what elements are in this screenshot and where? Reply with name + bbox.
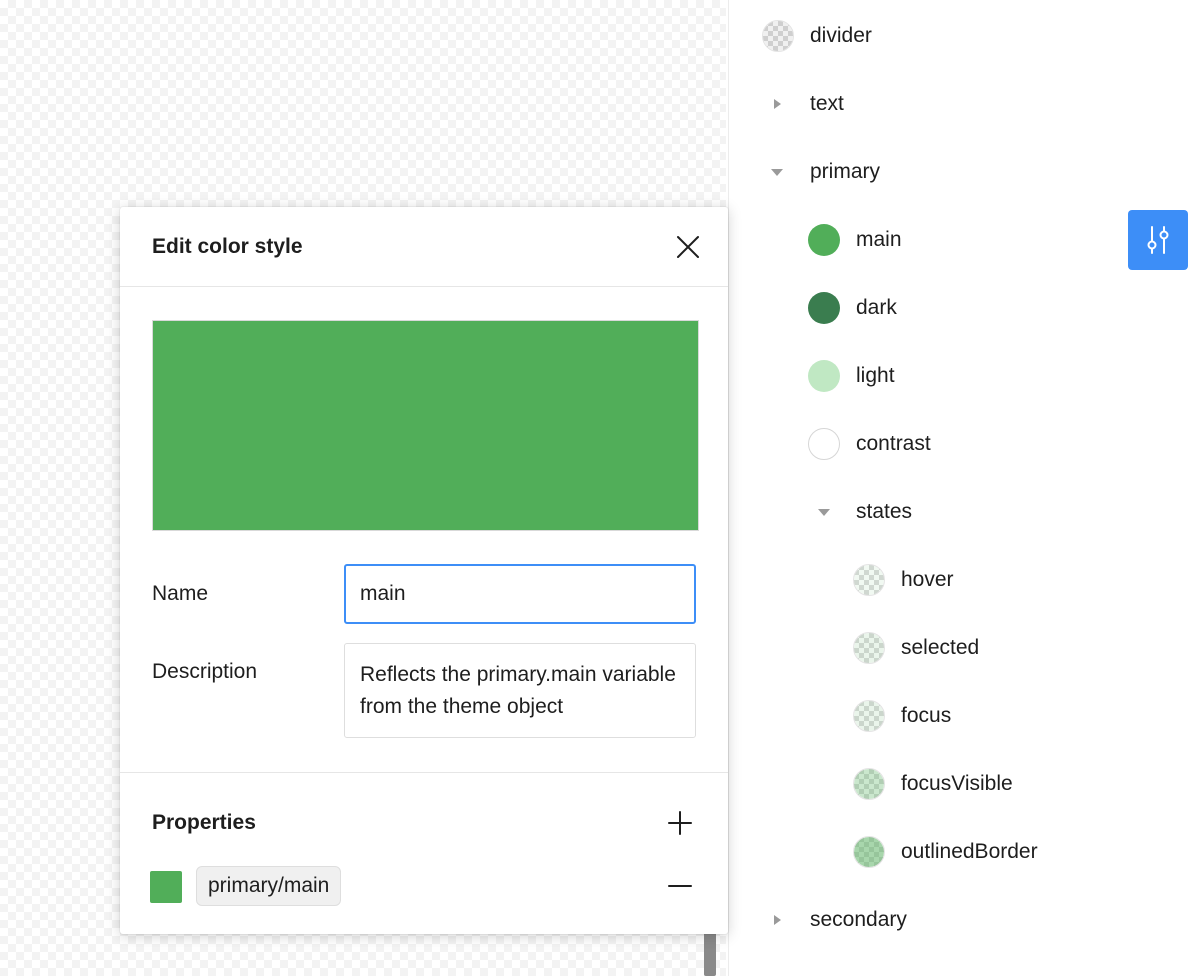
property-color-swatch[interactable] [150,871,182,903]
color-swatch-icon [853,700,885,732]
caret-down-icon[interactable] [818,508,830,516]
sliders-icon [1147,226,1169,254]
style-item-outlinedborder[interactable]: outlinedBorder [853,832,1038,872]
style-item-label: main [856,228,902,251]
style-item-label: focusVisible [901,772,1013,795]
divider-swatch-icon [762,20,794,52]
style-item-label: divider [810,24,872,47]
color-swatch-icon [808,224,840,256]
caret-down-icon[interactable] [771,168,783,176]
canvas-scrollbar[interactable] [704,930,716,976]
plus-icon [668,811,692,835]
style-item-hover[interactable]: hover [853,560,954,600]
style-item-label: selected [901,636,980,659]
color-swatch-icon [853,632,885,664]
header-divider [120,286,728,287]
style-group-label: text [810,92,844,115]
style-item-label: focus [901,704,952,727]
style-group-primary[interactable]: primary [771,152,880,192]
style-group-secondary[interactable]: secondary [774,900,907,940]
name-label: Name [152,582,209,605]
color-swatch-icon [808,360,840,392]
remove-property-button[interactable] [664,870,696,902]
color-swatch-icon [853,836,885,868]
style-item-focusvisible[interactable]: focusVisible [853,764,1013,804]
properties-divider [120,772,728,773]
style-item-label: contrast [856,432,931,455]
styles-panel [728,0,1202,976]
style-group-label: states [856,500,913,523]
name-input[interactable] [344,564,696,624]
style-group-text[interactable]: text [774,84,844,124]
color-swatch-icon [853,768,885,800]
style-item-divider[interactable]: divider [762,16,872,56]
close-button[interactable] [672,231,704,263]
style-item-label: light [856,364,895,387]
properties-title: Properties [152,811,256,834]
style-item-main[interactable]: main [808,220,902,260]
minus-icon [668,885,692,887]
color-swatch-icon [853,564,885,596]
color-swatch-icon [808,292,840,324]
style-group-label: secondary [810,908,907,931]
style-item-focus[interactable]: focus [853,696,951,736]
dialog-title: Edit color style [152,235,303,258]
caret-right-icon[interactable] [774,915,781,925]
style-item-label: dark [856,296,897,319]
close-icon [677,236,699,258]
style-group-states[interactable]: states [818,492,912,532]
style-item-contrast[interactable]: contrast [808,424,931,464]
color-preview[interactable] [152,320,699,531]
style-item-dark[interactable]: dark [808,288,897,328]
caret-right-icon[interactable] [774,99,781,109]
color-swatch-icon [808,428,840,460]
style-item-label: hover [901,568,954,591]
style-item-light[interactable]: light [808,356,895,396]
edit-color-style-dialog: Edit color style Name Description Reflec… [120,207,728,934]
style-group-label: primary [810,160,881,183]
description-input[interactable]: Reflects the primary.main variable from … [344,643,696,738]
property-chip[interactable]: primary/main [196,866,342,906]
style-item-selected[interactable]: selected [853,628,979,668]
description-label: Description [152,660,258,683]
add-property-button[interactable] [664,807,696,839]
edit-style-button[interactable] [1128,210,1188,270]
style-item-label: outlinedBorder [901,840,1038,863]
